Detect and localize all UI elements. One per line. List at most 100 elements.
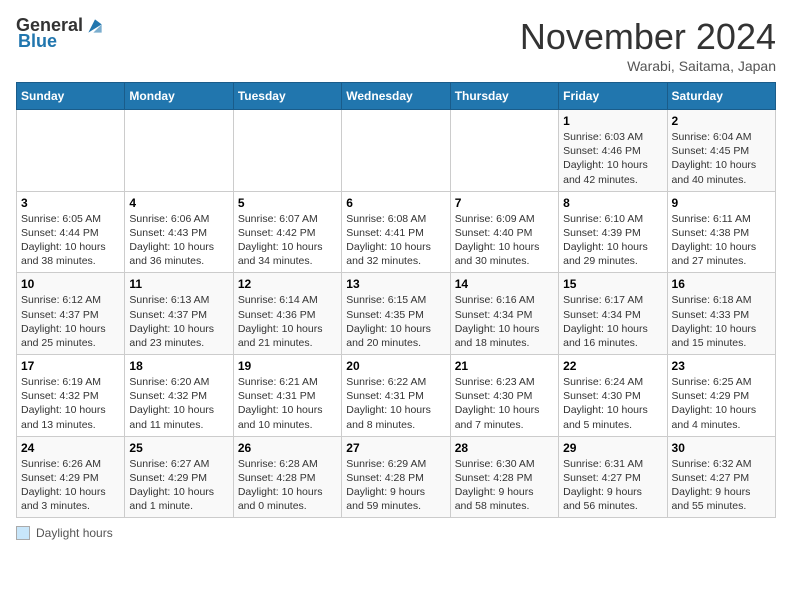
calendar-week-4: 17 Sunrise: 6:19 AM Sunset: 4:32 PM Dayli…: [17, 355, 776, 437]
day-info: Sunrise: 6:05 AM Sunset: 4:44 PM Dayligh…: [21, 212, 120, 269]
day-number: 22: [563, 359, 662, 373]
calendar-cell: 28 Sunrise: 6:30 AM Sunset: 4:28 PM Dayli…: [450, 436, 558, 518]
calendar-cell: [233, 110, 341, 192]
day-number: 5: [238, 196, 337, 210]
day-number: 18: [129, 359, 228, 373]
calendar-cell: 21Sunrise: 6:23 AM Sunset: 4:30 PM Dayli…: [450, 355, 558, 437]
calendar-header-saturday: Saturday: [667, 83, 775, 110]
day-number: 29: [563, 441, 662, 455]
day-info: Sunrise: 6:16 AM Sunset: 4:34 PM Dayligh…: [455, 293, 554, 350]
day-info: Sunrise: 6:29 AM Sunset: 4:28 PM Dayligh…: [346, 457, 445, 514]
day-info: Sunrise: 6:13 AM Sunset: 4:37 PM Dayligh…: [129, 293, 228, 350]
calendar-cell: [342, 110, 450, 192]
calendar-cell: 24 Sunrise: 6:26 AM Sunset: 4:29 PM Dayli…: [17, 436, 125, 518]
day-number: 14: [455, 277, 554, 291]
day-number: 12: [238, 277, 337, 291]
day-number: 30: [672, 441, 771, 455]
calendar-header-row: SundayMondayTuesdayWednesdayThursdayFrid…: [17, 83, 776, 110]
legend: Daylight hours: [16, 526, 776, 540]
calendar-cell: 5 Sunrise: 6:07 AM Sunset: 4:42 PM Daylig…: [233, 191, 341, 273]
logo-icon: [85, 16, 105, 36]
calendar-cell: 4Sunrise: 6:06 AM Sunset: 4:43 PM Daylig…: [125, 191, 233, 273]
calendar-cell: 10Sunrise: 6:12 AM Sunset: 4:37 PM Dayli…: [17, 273, 125, 355]
calendar-header-tuesday: Tuesday: [233, 83, 341, 110]
day-number: 10: [21, 277, 120, 291]
calendar-cell: 15 Sunrise: 6:17 AM Sunset: 4:34 PM Dayli…: [559, 273, 667, 355]
calendar-cell: 18 Sunrise: 6:20 AM Sunset: 4:32 PM Dayli…: [125, 355, 233, 437]
day-info: Sunrise: 6:19 AM Sunset: 4:32 PM Dayligh…: [21, 375, 120, 432]
day-number: 11: [129, 277, 228, 291]
day-number: 17: [21, 359, 120, 373]
day-number: 28: [455, 441, 554, 455]
legend-box: [16, 526, 30, 540]
day-number: 2: [672, 114, 771, 128]
day-number: 7: [455, 196, 554, 210]
day-number: 1: [563, 114, 662, 128]
calendar-week-1: 1 Sunrise: 6:03 AM Sunset: 4:46 PM Daylig…: [17, 110, 776, 192]
day-number: 8: [563, 196, 662, 210]
calendar-cell: 12 Sunrise: 6:14 AM Sunset: 4:36 PM Dayli…: [233, 273, 341, 355]
day-number: 26: [238, 441, 337, 455]
day-number: 24: [21, 441, 120, 455]
day-info: Sunrise: 6:07 AM Sunset: 4:42 PM Dayligh…: [238, 212, 337, 269]
calendar-cell: 9 Sunrise: 6:11 AM Sunset: 4:38 PM Daylig…: [667, 191, 775, 273]
calendar-cell: 8 Sunrise: 6:10 AM Sunset: 4:39 PM Daylig…: [559, 191, 667, 273]
calendar-cell: 2 Sunrise: 6:04 AM Sunset: 4:45 PM Daylig…: [667, 110, 775, 192]
calendar-cell: [450, 110, 558, 192]
day-info: Sunrise: 6:25 AM Sunset: 4:29 PM Dayligh…: [672, 375, 771, 432]
calendar-cell: 17 Sunrise: 6:19 AM Sunset: 4:32 PM Dayli…: [17, 355, 125, 437]
day-info: Sunrise: 6:21 AM Sunset: 4:31 PM Dayligh…: [238, 375, 337, 432]
calendar-header-friday: Friday: [559, 83, 667, 110]
calendar-cell: 27 Sunrise: 6:29 AM Sunset: 4:28 PM Dayli…: [342, 436, 450, 518]
page-header: General Blue November 2024 Warabi, Saita…: [16, 16, 776, 74]
day-info: Sunrise: 6:24 AM Sunset: 4:30 PM Dayligh…: [563, 375, 662, 432]
day-info: Sunrise: 6:10 AM Sunset: 4:39 PM Dayligh…: [563, 212, 662, 269]
calendar-cell: 16Sunrise: 6:18 AM Sunset: 4:33 PM Dayli…: [667, 273, 775, 355]
calendar-cell: [17, 110, 125, 192]
day-number: 16: [672, 277, 771, 291]
day-info: Sunrise: 6:28 AM Sunset: 4:28 PM Dayligh…: [238, 457, 337, 514]
day-info: Sunrise: 6:22 AM Sunset: 4:31 PM Dayligh…: [346, 375, 445, 432]
day-info: Sunrise: 6:30 AM Sunset: 4:28 PM Dayligh…: [455, 457, 554, 514]
day-number: 6: [346, 196, 445, 210]
day-info: Sunrise: 6:26 AM Sunset: 4:29 PM Dayligh…: [21, 457, 120, 514]
calendar-cell: 30Sunrise: 6:32 AM Sunset: 4:27 PM Dayli…: [667, 436, 775, 518]
day-info: Sunrise: 6:09 AM Sunset: 4:40 PM Dayligh…: [455, 212, 554, 269]
calendar-header-monday: Monday: [125, 83, 233, 110]
day-number: 19: [238, 359, 337, 373]
day-number: 15: [563, 277, 662, 291]
calendar-cell: 14 Sunrise: 6:16 AM Sunset: 4:34 PM Dayli…: [450, 273, 558, 355]
calendar-cell: 22 Sunrise: 6:24 AM Sunset: 4:30 PM Dayli…: [559, 355, 667, 437]
calendar-week-3: 10Sunrise: 6:12 AM Sunset: 4:37 PM Dayli…: [17, 273, 776, 355]
month-title: November 2024: [520, 16, 776, 58]
calendar-cell: 23 Sunrise: 6:25 AM Sunset: 4:29 PM Dayli…: [667, 355, 775, 437]
day-info: Sunrise: 6:14 AM Sunset: 4:36 PM Dayligh…: [238, 293, 337, 350]
day-number: 20: [346, 359, 445, 373]
calendar-cell: 20 Sunrise: 6:22 AM Sunset: 4:31 PM Dayli…: [342, 355, 450, 437]
day-info: Sunrise: 6:04 AM Sunset: 4:45 PM Dayligh…: [672, 130, 771, 187]
calendar-cell: 19 Sunrise: 6:21 AM Sunset: 4:31 PM Dayli…: [233, 355, 341, 437]
day-number: 27: [346, 441, 445, 455]
day-number: 9: [672, 196, 771, 210]
calendar-header-wednesday: Wednesday: [342, 83, 450, 110]
day-info: Sunrise: 6:20 AM Sunset: 4:32 PM Dayligh…: [129, 375, 228, 432]
day-number: 21: [455, 359, 554, 373]
calendar-week-2: 3Sunrise: 6:05 AM Sunset: 4:44 PM Daylig…: [17, 191, 776, 273]
day-number: 4: [129, 196, 228, 210]
calendar-cell: 13 Sunrise: 6:15 AM Sunset: 4:35 PM Dayli…: [342, 273, 450, 355]
calendar-cell: 29Sunrise: 6:31 AM Sunset: 4:27 PM Dayli…: [559, 436, 667, 518]
day-number: 13: [346, 277, 445, 291]
day-number: 23: [672, 359, 771, 373]
day-info: Sunrise: 6:15 AM Sunset: 4:35 PM Dayligh…: [346, 293, 445, 350]
calendar-cell: 11 Sunrise: 6:13 AM Sunset: 4:37 PM Dayli…: [125, 273, 233, 355]
calendar-header-sunday: Sunday: [17, 83, 125, 110]
day-info: Sunrise: 6:17 AM Sunset: 4:34 PM Dayligh…: [563, 293, 662, 350]
logo-blue-text: Blue: [18, 32, 57, 52]
day-info: Sunrise: 6:08 AM Sunset: 4:41 PM Dayligh…: [346, 212, 445, 269]
calendar-header-thursday: Thursday: [450, 83, 558, 110]
day-info: Sunrise: 6:27 AM Sunset: 4:29 PM Dayligh…: [129, 457, 228, 514]
legend-label: Daylight hours: [36, 526, 113, 540]
day-info: Sunrise: 6:11 AM Sunset: 4:38 PM Dayligh…: [672, 212, 771, 269]
day-info: Sunrise: 6:03 AM Sunset: 4:46 PM Dayligh…: [563, 130, 662, 187]
location-title: Warabi, Saitama, Japan: [520, 58, 776, 74]
